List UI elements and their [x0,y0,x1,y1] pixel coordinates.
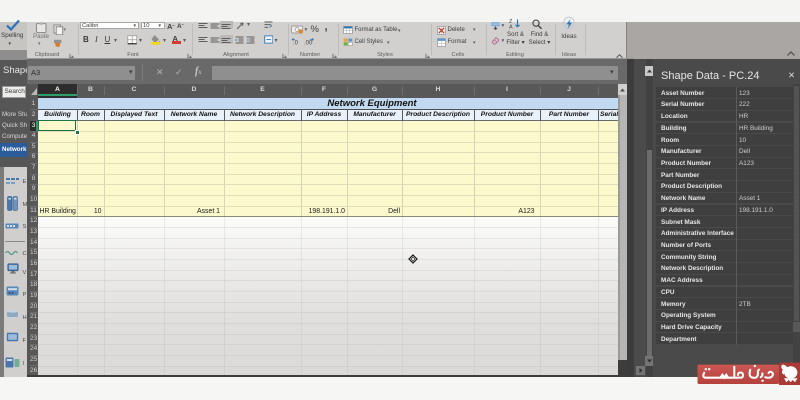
svg-text:.00: .00 [304,40,313,46]
svg-text:.0: .0 [293,40,299,46]
svg-text:A: A [509,25,513,30]
